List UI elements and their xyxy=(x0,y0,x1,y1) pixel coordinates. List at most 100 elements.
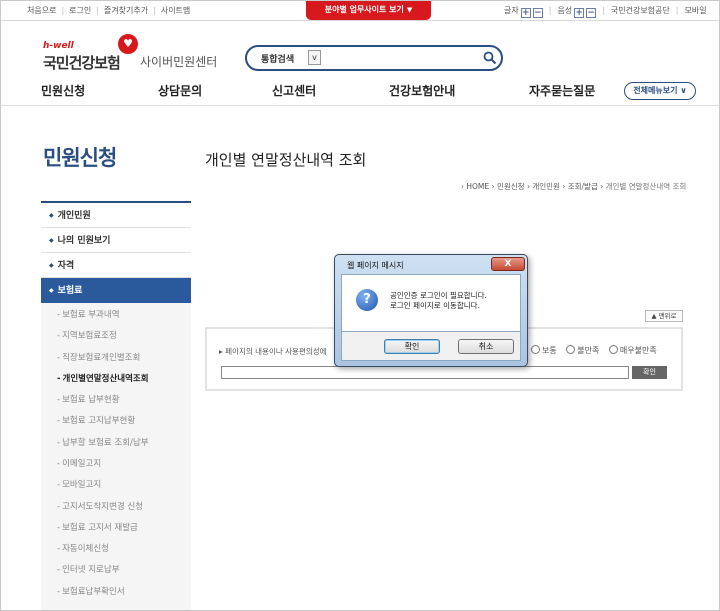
diamond-bullet-icon: ◆ xyxy=(49,287,54,294)
logo-name[interactable]: 국민건강보험 xyxy=(43,52,121,73)
option-neutral[interactable]: 보통 xyxy=(531,345,557,355)
sidebar-item-my-requests[interactable]: ◆ 나의 민원보기 xyxy=(41,228,191,253)
dialog-message-line: 공인인증 로그인이 필요합니다. xyxy=(390,291,487,300)
nav-item-civil-request[interactable]: 민원신청 xyxy=(41,82,85,99)
volume-plus-button[interactable]: + xyxy=(574,8,585,18)
dialog-footer: 확인 취소 xyxy=(341,332,521,361)
diamond-bullet-icon: ◆ xyxy=(49,262,54,269)
dialog-message: 공인인증 로그인이 필요합니다. 로그인 페이지로 이동합니다. xyxy=(390,291,487,311)
submenu-item[interactable]: - 보험료납부확인서 xyxy=(57,585,125,597)
submenu-item[interactable]: - 모바일고지 xyxy=(57,478,101,490)
submenu-item[interactable]: - 지역보험료조정 xyxy=(57,329,117,341)
main-nav: 민원신청 상담문의 신고센터 건강보험안내 자주묻는질문 전체메뉴보기 ∨ xyxy=(1,78,719,106)
sitemap-link[interactable]: 사이트맵 xyxy=(161,5,190,16)
question-icon: ? xyxy=(356,289,378,311)
business-sites-button[interactable]: 분야별 업무사이트 보기 ▼ xyxy=(306,1,431,20)
search-input[interactable] xyxy=(325,50,475,66)
submenu-item[interactable]: - 직장보험료개인별조회 xyxy=(57,351,140,363)
dialog-cancel-button[interactable]: 취소 xyxy=(458,339,514,354)
chevron-down-icon: ∨ xyxy=(680,86,687,95)
survey-question-text: 페이지의 내용이나 사용편의성에 xyxy=(225,347,327,356)
separator: | xyxy=(61,6,65,15)
breadcrumb-current: 개인별 연말정산내역 조회 xyxy=(605,182,687,191)
breadcrumb-arrow-icon: › xyxy=(562,182,566,191)
browser-page: 처음으로 | 로그인 | 즐겨찾기추가 | 사이트맵 분야별 업무사이트 보기 ▼ 글자 + − |… xyxy=(0,0,720,611)
sidebar-item-label: 나의 민원보기 xyxy=(57,236,111,246)
sidebar-item-premium[interactable]: ◆ 보험료 xyxy=(41,278,191,303)
submenu-item[interactable]: - 보험료 부과내역 xyxy=(57,308,120,320)
chevron-down-icon: ▼ xyxy=(406,6,413,14)
message-dialog: 웹 페이지 메시지 X ? 공인인증 로그인이 필요합니다. 로그인 페이지로 … xyxy=(334,254,528,367)
dialog-message-line: 로그인 페이지로 이동합니다. xyxy=(390,301,480,310)
breadcrumb-item[interactable]: 조회/발급 xyxy=(568,182,598,191)
submenu-item-active[interactable]: - 개인별연말정산내역조회 xyxy=(57,372,149,384)
dialog-ok-button[interactable]: 확인 xyxy=(384,339,440,354)
nav-item-faq[interactable]: 자주묻는질문 xyxy=(529,82,595,99)
separator: | xyxy=(602,6,605,15)
breadcrumb-item[interactable]: 개인민원 xyxy=(532,182,560,191)
submenu-item[interactable]: - 고지서도착지변경 신청 xyxy=(57,500,143,512)
option-very-dissatisfied[interactable]: 매우불만족 xyxy=(608,345,657,355)
utility-bar: 처음으로 | 로그인 | 즐겨찾기추가 | 사이트맵 분야별 업무사이트 보기 ▼ 글자 + − |… xyxy=(1,1,719,21)
sidebar-item-label: 보험료 xyxy=(57,286,83,296)
font-minus-button[interactable]: − xyxy=(532,8,543,18)
volume-label: 음성 xyxy=(557,6,573,15)
login-link[interactable]: 로그인 xyxy=(69,5,91,16)
option-dissatisfied[interactable]: 불만족 xyxy=(566,345,599,355)
bookmark-link[interactable]: 즐겨찾기추가 xyxy=(104,5,148,16)
breadcrumb-item[interactable]: 민원신청 xyxy=(497,182,525,191)
sidebar-item-personal[interactable]: ◆ 개인민원 xyxy=(41,203,191,228)
volume-control: 음성 + − xyxy=(557,5,597,18)
home-link[interactable]: 처음으로 xyxy=(27,5,56,16)
breadcrumb-home[interactable]: HOME xyxy=(466,182,489,191)
sidebar-item-label: 개인민원 xyxy=(57,211,91,221)
survey-options: 보통 불만족 매우불만족 xyxy=(531,345,664,356)
diamond-bullet-icon: ◆ xyxy=(49,237,54,244)
survey-comment-input[interactable] xyxy=(221,366,629,379)
separator: | xyxy=(96,6,99,15)
radio-icon[interactable] xyxy=(566,345,576,354)
sidebar-item-qualification[interactable]: ◆ 자격 xyxy=(41,253,191,278)
sidebar-title: 민원신청 xyxy=(43,146,117,170)
survey-submit-button[interactable]: 확인 xyxy=(632,366,667,379)
radio-icon[interactable] xyxy=(608,345,618,354)
submenu-item[interactable]: - 이메일고지 xyxy=(57,457,101,469)
utility-links: 처음으로 | 로그인 | 즐겨찾기추가 | 사이트맵 xyxy=(27,5,190,16)
back-to-top-label: 맨위로 xyxy=(658,312,677,320)
all-menu-button[interactable]: 전체메뉴보기 ∨ xyxy=(624,82,696,100)
mobile-link[interactable]: 모바일 xyxy=(684,6,706,15)
breadcrumb: › HOME › 민원신청 › 개인민원 › 조회/발급 › 개인별 연말정산내… xyxy=(461,181,686,192)
accessibility-controls: 글자 + − | 음성 + − | 국민건강보험공단 | 모바일 xyxy=(504,5,707,18)
search-icon[interactable] xyxy=(483,51,497,65)
nav-item-insurance-guide[interactable]: 건강보험안내 xyxy=(389,82,455,99)
org-link[interactable]: 국민건강보험공단 xyxy=(611,6,670,15)
submenu-item[interactable]: - 납부할 보험료 조회/납부 xyxy=(57,436,149,448)
breadcrumb-arrow-icon: › xyxy=(526,182,530,191)
submenu-item[interactable]: - 보험료 납부현황 xyxy=(57,393,120,405)
radio-icon[interactable] xyxy=(531,345,540,354)
dialog-close-button[interactable]: X xyxy=(491,257,525,271)
dialog-body: ? 공인인증 로그인이 필요합니다. 로그인 페이지로 이동합니다. xyxy=(341,274,521,332)
search-scope-label: 통합검색 xyxy=(261,55,295,65)
search-box: 통합검색 v xyxy=(245,45,503,71)
breadcrumb-arrow-icon: › xyxy=(491,182,495,191)
volume-minus-button[interactable]: − xyxy=(586,8,597,18)
nav-item-report-center[interactable]: 신고센터 xyxy=(272,82,316,99)
arrow-up-icon: ▲ xyxy=(651,312,657,320)
font-plus-button[interactable]: + xyxy=(520,8,531,18)
business-sites-label: 분야별 업무사이트 보기 xyxy=(324,5,404,14)
logo-tagline: h-well xyxy=(43,41,74,51)
survey-question: ▸ 페이지의 내용이나 사용편의성에 xyxy=(219,346,327,357)
back-to-top-button[interactable]: ▲ 맨위로 xyxy=(645,310,683,322)
submenu-item[interactable]: - 인터넷 지로납부 xyxy=(57,563,120,575)
sidebar-submenu: - 보험료 부과내역 - 지역보험료조정 - 직장보험료개인별조회 - 개인별연말정산내… xyxy=(41,303,191,610)
heart-logo-icon: ♥ xyxy=(118,34,138,54)
submenu-item[interactable]: - 자동이체신청 xyxy=(57,542,109,554)
search-scope-dropdown[interactable]: v xyxy=(308,50,321,65)
diamond-bullet-icon: ◆ xyxy=(49,212,54,219)
nav-item-consultation[interactable]: 상담문의 xyxy=(158,82,202,99)
arrow-right-icon: ▸ xyxy=(219,347,223,356)
font-size-label: 글자 xyxy=(504,6,519,15)
submenu-item[interactable]: - 보험료 고지납부현황 xyxy=(57,414,135,426)
submenu-item[interactable]: - 보험료 고지서 재발급 xyxy=(57,521,138,533)
